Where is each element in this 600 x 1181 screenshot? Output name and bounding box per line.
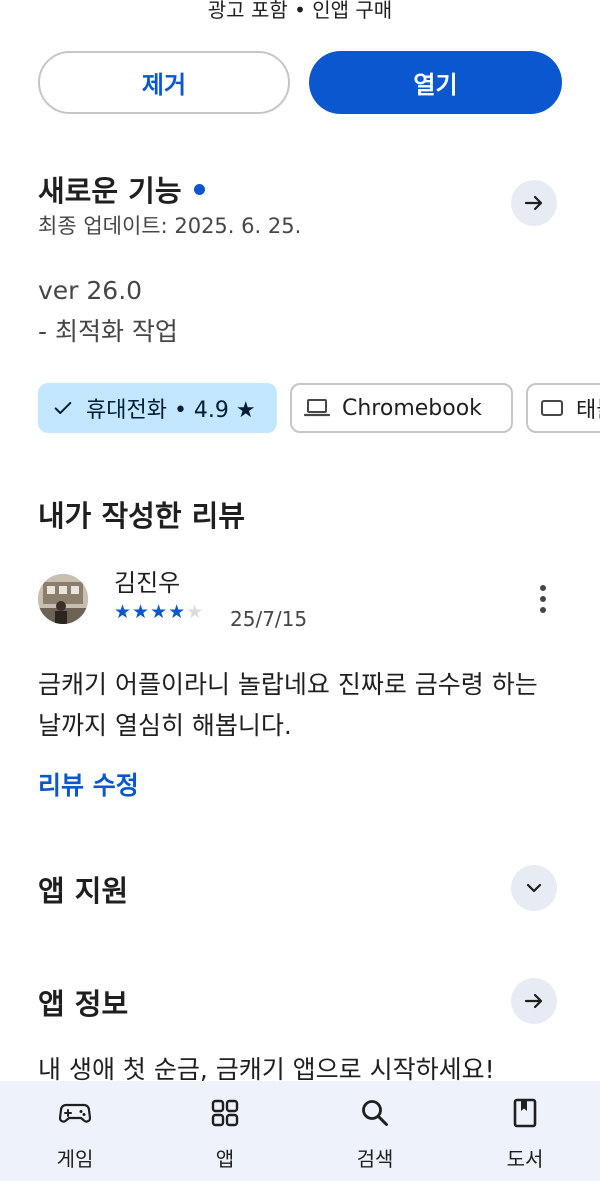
nav-search-label: 검색 <box>356 1147 394 1171</box>
app-support-title: 앱 지원 <box>38 874 129 908</box>
nav-search[interactable]: 검색 <box>300 1081 450 1181</box>
app-info-arrow-button[interactable] <box>511 978 557 1024</box>
star-icon: ★ <box>114 601 133 623</box>
chevron-down-icon <box>526 883 542 893</box>
nav-apps[interactable]: 앱 <box>150 1081 300 1181</box>
nav-books-label: 도서 <box>506 1147 544 1171</box>
chip-phone[interactable]: 휴대전화 • 4.9 ★ <box>38 383 277 433</box>
last-updated: 최종 업데이트: 2025. 6. 25. <box>38 214 302 238</box>
bottom-navigation: 게임 앱 검색 도서 <box>0 1081 600 1181</box>
release-note: - 최적화 작업 <box>38 317 178 346</box>
chip-chromebook-label: Chromebook <box>342 395 482 421</box>
star-icon: ★ <box>150 601 169 623</box>
my-review-title: 내가 작성한 리뷰 <box>38 499 245 533</box>
avatar[interactable] <box>38 574 88 624</box>
arrow-right-icon <box>524 195 543 211</box>
edit-review-link[interactable]: 리뷰 수정 <box>38 766 139 802</box>
star-rating: ★★★★★ <box>114 601 204 623</box>
chip-chromebook[interactable]: Chromebook <box>290 383 513 433</box>
gamepad-icon <box>59 1097 91 1129</box>
nav-apps-label: 앱 <box>215 1147 235 1171</box>
check-icon <box>52 397 74 419</box>
star-icon: ★ <box>168 601 187 623</box>
release-notes: ver 26.0 - 최적화 작업 <box>38 270 178 352</box>
in-app-note: 광고 포함 • 인앱 구매 <box>207 0 393 22</box>
nav-games[interactable]: 게임 <box>0 1081 150 1181</box>
new-indicator-dot <box>193 183 205 195</box>
star-icon: ★ <box>132 601 151 623</box>
chip-phone-label: 휴대전화 • 4.9 ★ <box>86 398 256 423</box>
release-version: ver 26.0 <box>38 276 143 305</box>
star-empty-icon: ★ <box>186 601 205 623</box>
app-support-expand-button[interactable] <box>511 865 557 911</box>
search-icon <box>359 1097 391 1129</box>
open-button[interactable]: 열기 <box>309 51 562 114</box>
chip-tablet-label: 태블릿 <box>576 398 600 423</box>
laptop-icon <box>304 397 330 419</box>
arrow-right-icon <box>524 993 543 1009</box>
tablet-icon <box>540 398 564 418</box>
nav-books[interactable]: 도서 <box>450 1081 600 1181</box>
book-icon <box>509 1097 541 1129</box>
whats-new-title: 새로운 기능 <box>38 168 205 210</box>
reviewer-name: 김진우 <box>114 569 181 597</box>
nav-games-label: 게임 <box>56 1147 94 1171</box>
review-text: 금캐기 어플이라니 놀랍네요 진짜로 금수령 하는날까지 열심히 해봅니다. <box>38 670 538 740</box>
more-options-icon[interactable] <box>530 583 556 615</box>
app-info-title: 앱 정보 <box>38 987 129 1021</box>
whats-new-arrow-button[interactable] <box>511 180 557 226</box>
apps-grid-icon <box>209 1097 241 1129</box>
chip-tablet[interactable]: 태블릿 <box>526 383 600 433</box>
whats-new-title-text: 새로운 기능 <box>38 174 182 208</box>
review-date: 25/7/15 <box>230 607 308 631</box>
remove-button[interactable]: 제거 <box>38 51 290 114</box>
